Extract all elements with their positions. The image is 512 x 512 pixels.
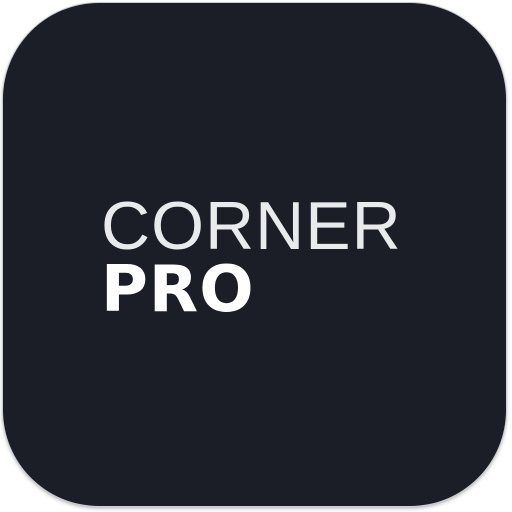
app-logo: CORNER PRO [101, 188, 431, 327]
logo-text-pro: PRO [101, 253, 255, 327]
app-icon[interactable]: CORNER PRO [3, 3, 506, 506]
logo-text-corner: CORNER [101, 188, 402, 264]
